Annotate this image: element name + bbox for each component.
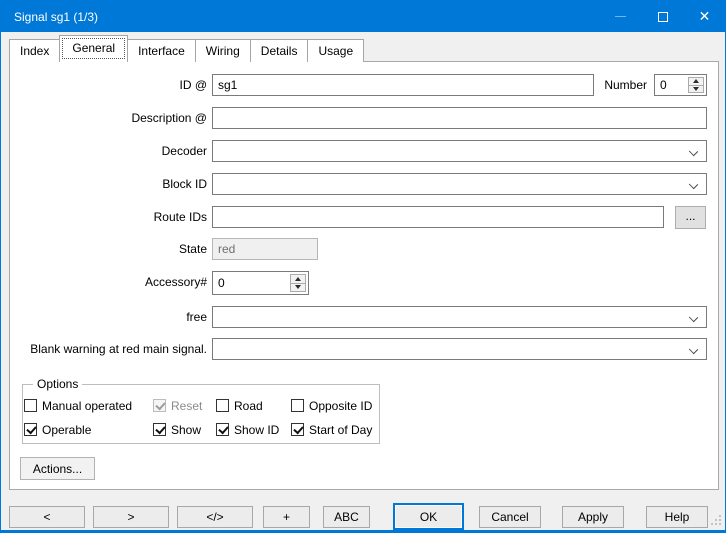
spin-down-button[interactable]	[688, 85, 704, 94]
checkbox-manual-operated[interactable]: Manual operated	[24, 398, 132, 413]
state-label: State	[10, 238, 207, 260]
cancel-button[interactable]: Cancel	[479, 506, 541, 528]
checkbox-icon	[153, 423, 166, 436]
number-spinner[interactable]: 0	[654, 74, 707, 96]
window-title: Signal sg1 (1/3)	[1, 10, 98, 24]
accessory-spinner[interactable]: 0	[212, 271, 309, 295]
resize-grip-icon[interactable]	[709, 513, 721, 525]
checkbox-icon	[24, 423, 37, 436]
accessory-label: Accessory#	[10, 271, 207, 293]
route-ids-input[interactable]	[212, 206, 664, 228]
checkbox-reset: Reset	[153, 398, 202, 413]
route-ids-label: Route IDs	[10, 206, 207, 228]
tab-interface[interactable]: Interface	[127, 39, 196, 62]
tab-wiring[interactable]: Wiring	[195, 39, 251, 62]
abc-button[interactable]: ABC	[323, 506, 370, 528]
arrow-up-icon	[295, 277, 301, 281]
checkbox-icon	[153, 399, 166, 412]
free-label: free	[10, 306, 207, 328]
code-button[interactable]: </>	[177, 506, 253, 528]
chevron-down-icon	[689, 345, 698, 354]
chevron-down-icon	[689, 180, 698, 189]
checkbox-opposite-id[interactable]: Opposite ID	[291, 398, 372, 413]
minimize-icon	[615, 16, 626, 17]
free-select[interactable]	[212, 306, 707, 328]
id-input[interactable]: sg1	[212, 74, 594, 96]
checkbox-operable[interactable]: Operable	[24, 422, 91, 437]
accessory-spin-buttons	[290, 274, 306, 292]
id-label: ID @	[10, 74, 207, 96]
apply-button[interactable]: Apply	[562, 506, 624, 528]
actions-button[interactable]: Actions...	[20, 457, 95, 480]
checkbox-icon	[291, 423, 304, 436]
route-ids-browse-button[interactable]: ...	[675, 206, 706, 229]
prev-button[interactable]: <	[9, 506, 85, 528]
tab-general[interactable]: General	[59, 35, 128, 62]
options-legend: Options	[33, 377, 82, 391]
spin-down-button[interactable]	[290, 283, 306, 293]
blank-warning-select[interactable]	[212, 338, 707, 360]
state-field: red	[212, 238, 318, 260]
maximize-button[interactable]	[642, 1, 683, 32]
chevron-down-icon	[689, 147, 698, 156]
checkbox-icon	[216, 423, 229, 436]
tab-usage[interactable]: Usage	[307, 39, 364, 62]
dialog-window: Signal sg1 (1/3) ✕ Index General Interfa…	[0, 0, 726, 533]
chevron-down-icon	[689, 313, 698, 322]
number-label: Number	[555, 74, 647, 96]
block-id-select[interactable]	[212, 173, 707, 195]
tab-index[interactable]: Index	[9, 39, 60, 62]
checkbox-icon	[24, 399, 37, 412]
description-label: Description @	[10, 107, 207, 129]
minimize-button	[600, 1, 641, 32]
plus-button[interactable]: +	[263, 506, 310, 528]
checkbox-icon	[291, 399, 304, 412]
checkbox-road[interactable]: Road	[216, 398, 263, 413]
next-button[interactable]: >	[93, 506, 169, 528]
checkbox-start-of-day[interactable]: Start of Day	[291, 422, 372, 437]
arrow-up-icon	[693, 79, 699, 83]
decoder-select[interactable]	[212, 140, 707, 162]
checkbox-show-id[interactable]: Show ID	[216, 422, 279, 437]
close-icon: ✕	[699, 10, 711, 24]
arrow-down-icon	[295, 285, 301, 289]
tabpage-general: ID @ sg1 Number 0 Description @ Decoder …	[9, 61, 719, 490]
ok-button[interactable]: OK	[393, 503, 464, 530]
checkbox-show[interactable]: Show	[153, 422, 201, 437]
description-input[interactable]	[212, 107, 707, 129]
decoder-label: Decoder	[10, 140, 207, 162]
tab-strip: Index General Interface Wiring Details U…	[9, 35, 363, 62]
block-id-label: Block ID	[10, 173, 207, 195]
number-spin-buttons	[688, 77, 704, 93]
close-button[interactable]: ✕	[684, 1, 725, 32]
arrow-down-icon	[693, 87, 699, 91]
tab-details[interactable]: Details	[250, 39, 309, 62]
help-button[interactable]: Help	[646, 506, 708, 528]
maximize-icon	[658, 12, 668, 22]
checkbox-icon	[216, 399, 229, 412]
blank-warning-label: Blank warning at red main signal.	[10, 338, 207, 360]
